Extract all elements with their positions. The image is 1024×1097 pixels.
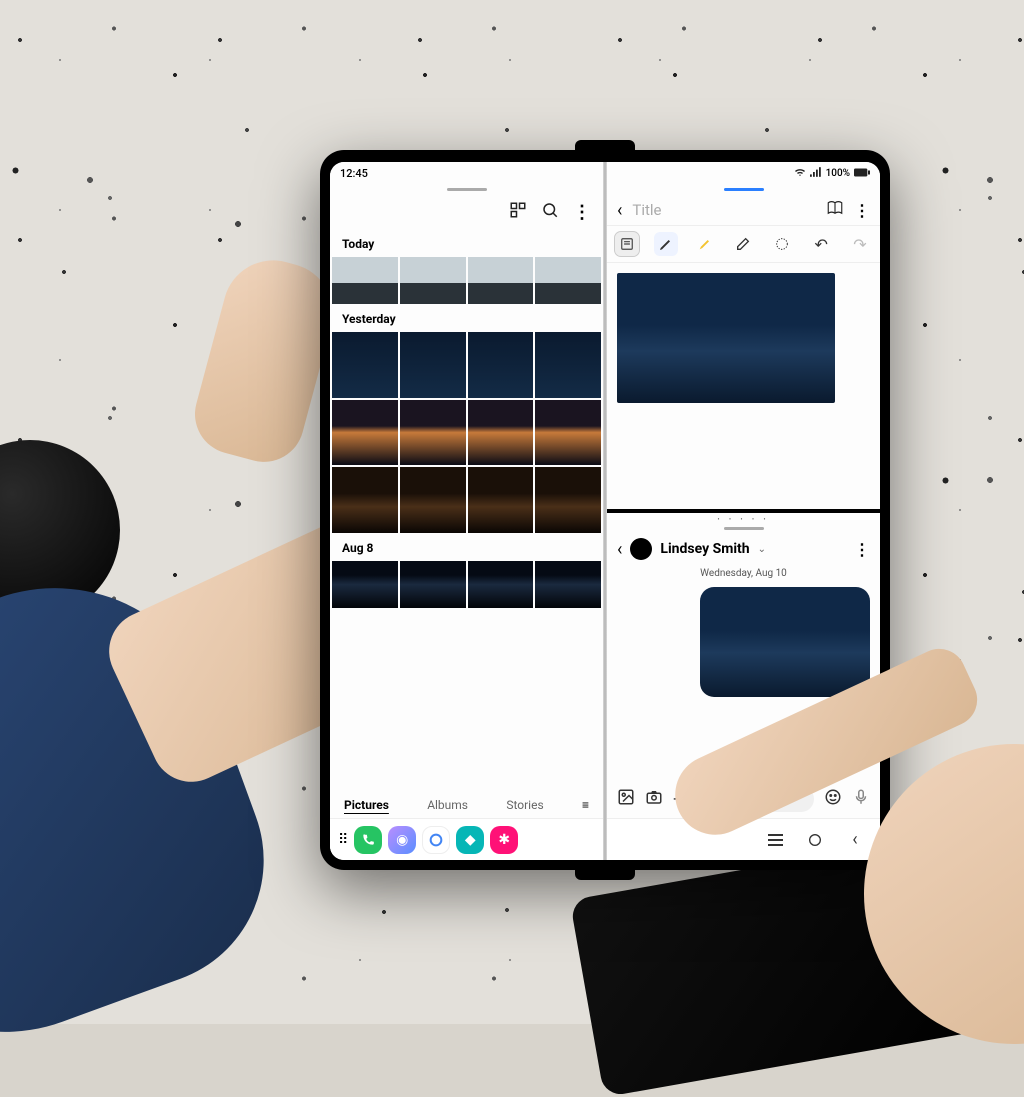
recents-button[interactable] <box>766 831 784 849</box>
app-google-icon[interactable] <box>422 826 450 854</box>
highlighter-tool-icon[interactable] <box>693 232 717 256</box>
back-button[interactable]: ‹ <box>846 831 864 849</box>
photo-thumbnail[interactable] <box>332 257 398 304</box>
drag-handle[interactable] <box>724 527 764 530</box>
tab-stories[interactable]: Stories <box>506 798 543 812</box>
photo-thumbnail[interactable] <box>535 561 601 608</box>
thumbnail-row <box>330 332 603 533</box>
photo-thumbnail[interactable] <box>332 467 398 533</box>
chat-message-image[interactable] <box>700 587 870 697</box>
photo-thumbnail[interactable] <box>468 561 534 608</box>
reader-icon[interactable] <box>826 199 844 221</box>
photo-thumbnail[interactable] <box>332 332 398 398</box>
photo-thumbnail[interactable] <box>400 467 466 533</box>
foldable-phone: 12:45 ⋮ Today <box>320 150 890 870</box>
status-bar: 12:45 <box>330 162 603 184</box>
chat-contact-name[interactable]: Lindsey Smith <box>660 541 749 557</box>
chat-date-label: Wednesday, Aug 10 <box>607 566 880 581</box>
more-icon[interactable]: ⋮ <box>573 202 591 223</box>
app-phone-icon[interactable] <box>354 826 382 854</box>
photo-thumbnail[interactable] <box>535 467 601 533</box>
photo-thumbnail[interactable] <box>468 400 534 466</box>
thumbnail-row <box>330 257 603 304</box>
split-handle-icon[interactable]: • • • • • <box>607 516 880 523</box>
apps-grid-icon[interactable]: ⠿ <box>338 832 348 848</box>
mic-icon[interactable] <box>852 788 870 810</box>
message-input[interactable] <box>694 786 814 812</box>
home-button[interactable] <box>806 831 824 849</box>
image-icon[interactable] <box>617 788 635 810</box>
tab-albums[interactable]: Albums <box>427 798 468 812</box>
photo-thumbnail[interactable] <box>400 332 466 398</box>
back-icon[interactable]: ‹ <box>617 200 622 221</box>
plus-icon[interactable]: + <box>673 787 684 811</box>
redo-icon[interactable]: ↷ <box>848 232 872 256</box>
section-today: Today <box>330 229 603 257</box>
feed-icon[interactable] <box>509 201 527 223</box>
menu-icon[interactable]: ≡ <box>582 798 589 812</box>
notes-app: 100% ‹ Title ⋮ <box>607 162 880 513</box>
photo-thumbnail[interactable] <box>535 257 601 304</box>
chat-composer: + <box>607 780 880 818</box>
note-embedded-image[interactable] <box>617 273 835 403</box>
tab-pictures[interactable]: Pictures <box>344 798 389 812</box>
search-icon[interactable] <box>541 201 559 223</box>
notes-toolbar: ↶ ↷ <box>607 225 880 263</box>
text-tool-icon[interactable] <box>615 232 639 256</box>
status-bar-right: 100% <box>607 162 880 184</box>
messages-app: • • • • • ‹ Lindsey Smith ⌄ ⋮ Wednesday,… <box>607 513 880 860</box>
right-pane: 100% ‹ Title ⋮ <box>607 162 880 860</box>
chevron-down-icon[interactable]: ⌄ <box>758 544 766 555</box>
section-aug8: Aug 8 <box>330 533 603 561</box>
status-time: 12:45 <box>340 167 368 180</box>
section-yesterday: Yesterday <box>330 304 603 332</box>
undo-icon[interactable]: ↶ <box>809 232 833 256</box>
more-icon[interactable]: ⋮ <box>854 201 870 220</box>
photo-thumbnail[interactable] <box>468 257 534 304</box>
drag-handle[interactable] <box>724 188 764 191</box>
photo-thumbnail[interactable] <box>468 332 534 398</box>
photo-thumbnail[interactable] <box>468 467 534 533</box>
notes-title-input[interactable]: Title <box>632 201 816 219</box>
photo-thumbnail[interactable] <box>535 332 601 398</box>
camera-icon[interactable] <box>645 788 663 810</box>
nav-bar-right: ‹ <box>607 818 880 860</box>
left-pane-gallery: 12:45 ⋮ Today <box>330 162 603 860</box>
photo-thumbnail[interactable] <box>332 400 398 466</box>
app-teal-icon[interactable]: ◆ <box>456 826 484 854</box>
eraser-tool-icon[interactable] <box>731 232 755 256</box>
photo-thumbnail[interactable] <box>332 561 398 608</box>
signal-icon <box>810 167 822 180</box>
notes-canvas[interactable] <box>607 263 880 509</box>
drag-handle[interactable] <box>447 188 487 191</box>
battery-pct: 100% <box>826 168 850 179</box>
more-icon[interactable]: ⋮ <box>854 540 870 559</box>
avatar[interactable] <box>630 538 652 560</box>
photo-thumbnail[interactable] <box>400 257 466 304</box>
gallery-toolbar: ⋮ <box>330 193 603 229</box>
photo-thumbnail[interactable] <box>400 400 466 466</box>
wifi-icon <box>794 167 806 180</box>
battery-icon <box>854 167 870 180</box>
photo-thumbnail[interactable] <box>535 400 601 466</box>
pen-tool-icon[interactable] <box>654 232 678 256</box>
lasso-tool-icon[interactable] <box>770 232 794 256</box>
app-bixby-icon[interactable]: ◉ <box>388 826 416 854</box>
app-gallery-icon[interactable]: ✱ <box>490 826 518 854</box>
chat-body[interactable] <box>607 581 880 780</box>
back-icon[interactable]: ‹ <box>617 539 622 560</box>
thumbnail-row <box>330 561 603 608</box>
nav-bar-left: ⠿ ◉ ◆ ✱ <box>330 818 603 860</box>
photo-thumbnail[interactable] <box>400 561 466 608</box>
emoji-icon[interactable] <box>824 788 842 810</box>
